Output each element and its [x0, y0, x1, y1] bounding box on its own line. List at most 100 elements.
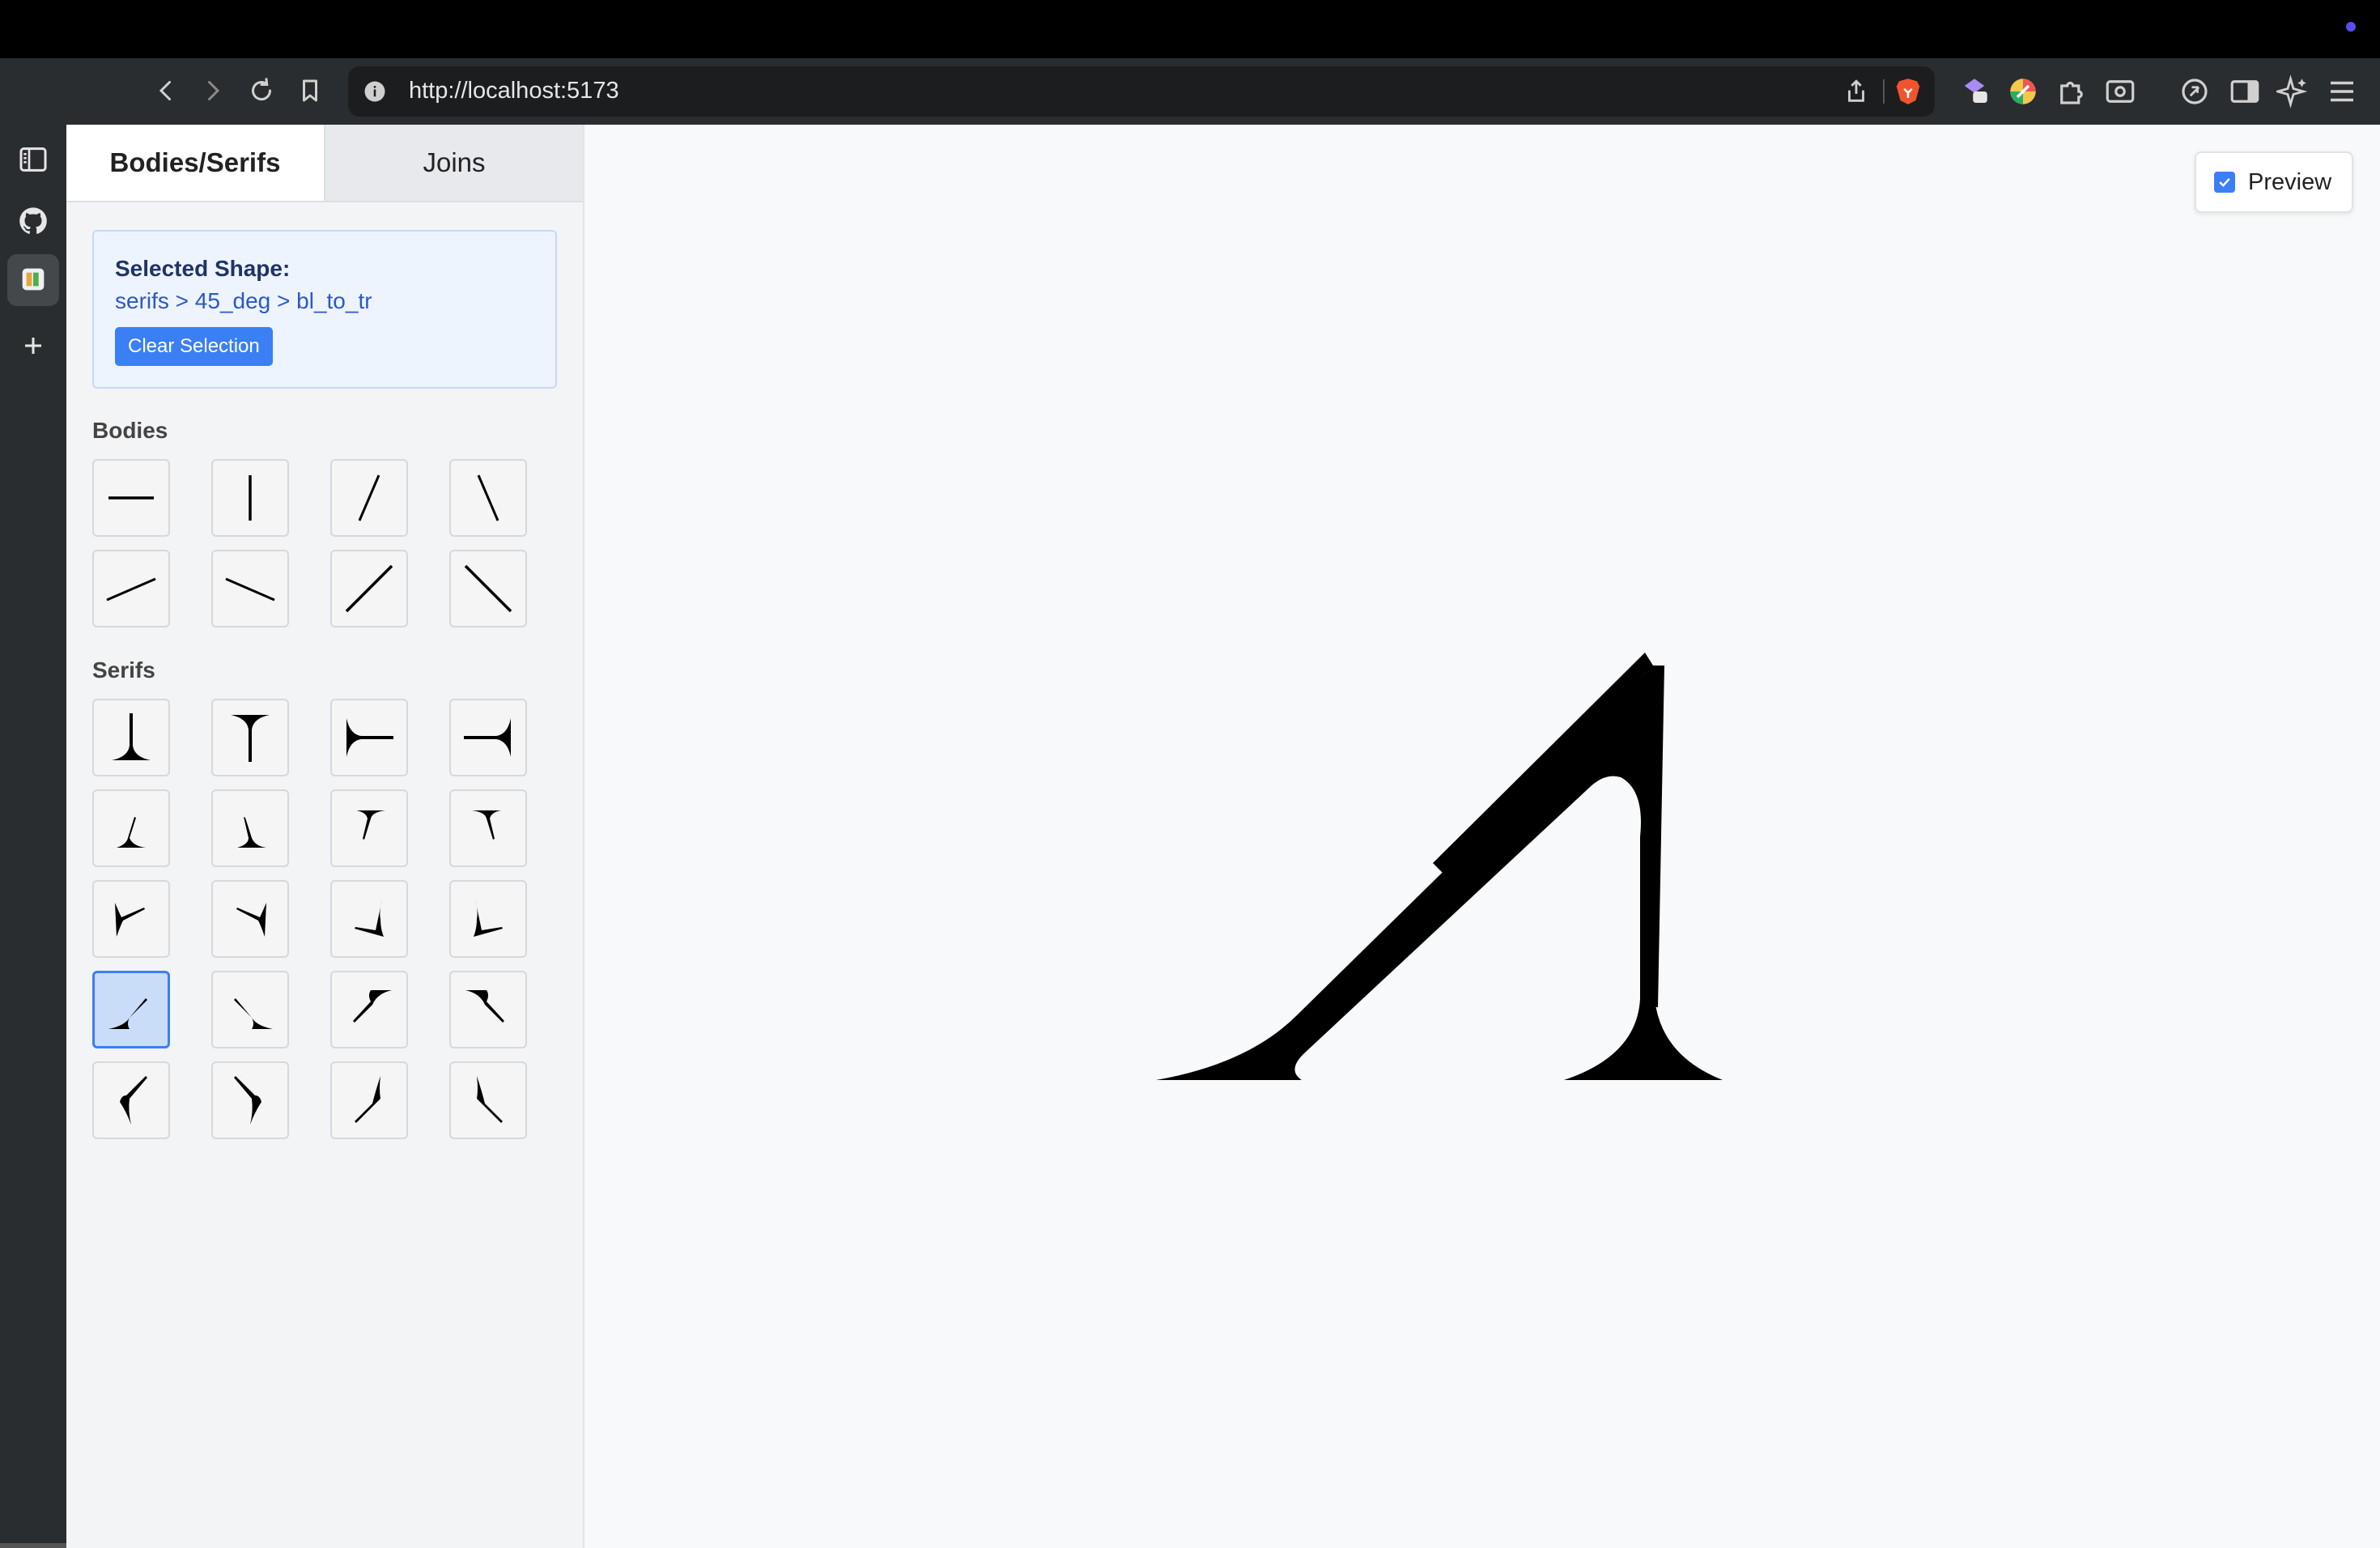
preview-checkbox[interactable] — [2214, 172, 2235, 193]
address-bar[interactable]: http://localhost:5173 — [348, 66, 1935, 117]
serif-45-vert-right[interactable] — [211, 1061, 289, 1139]
share-icon[interactable] — [1842, 78, 1870, 105]
menu-icon[interactable] — [2325, 74, 2359, 108]
serif-shallow-left-down[interactable] — [449, 880, 527, 958]
body-45-forward[interactable] — [330, 550, 408, 627]
body-steep-forward[interactable] — [330, 459, 408, 537]
serif-left-icon — [346, 718, 393, 757]
serif-steep-bl[interactable] — [92, 789, 170, 867]
shallow-slash-icon — [106, 577, 156, 602]
serif-45-vert-left[interactable] — [92, 1061, 170, 1139]
proton-pass-icon[interactable] — [1957, 74, 1991, 108]
serif-45-tr-to-bl[interactable] — [449, 971, 527, 1048]
puzzle-icon[interactable] — [2055, 74, 2089, 108]
serif-45-tr-bl-icon — [465, 990, 504, 1023]
recording-indicator — [2346, 22, 2356, 32]
reload-icon — [252, 78, 272, 101]
serif-45-br-tl-icon — [234, 998, 273, 1029]
serif-shallow-right-up[interactable] — [211, 880, 289, 958]
browser-sidebar — [0, 125, 66, 1548]
checkmark-icon — [2219, 177, 2230, 187]
serif-45-vr-icon — [234, 1076, 261, 1125]
selected-shape-path: serifs > 45_deg > bl_to_tr — [115, 288, 372, 313]
body-vertical[interactable] — [211, 459, 289, 537]
serif-horizontal-left[interactable] — [330, 699, 408, 776]
body-steep-back[interactable] — [449, 459, 527, 537]
sidebar-icon[interactable] — [2228, 74, 2262, 108]
plus-icon[interactable] — [15, 327, 52, 364]
serif-45-tl-br-icon — [353, 990, 392, 1023]
serif-45-bl-tr-icon — [108, 998, 147, 1029]
serif-steep-br[interactable] — [211, 789, 289, 867]
serif-steep-br-icon — [237, 817, 266, 848]
site-info-icon[interactable] — [363, 79, 387, 104]
selected-shape-box: Selected Shape: serifs > 45_deg > bl_to_… — [92, 230, 557, 389]
serif-45-vl-icon — [120, 1076, 147, 1125]
selected-shape-heading: Selected Shape: — [115, 256, 291, 281]
sidebar-toggle-icon[interactable] — [15, 141, 52, 178]
diagonal-slash-icon — [345, 564, 393, 613]
serifs-grid — [92, 699, 527, 1139]
glyph-canvas[interactable]: Preview — [584, 125, 2380, 1548]
diagonal-backslash-icon — [464, 564, 512, 613]
tab-joins[interactable]: Joins — [325, 125, 583, 201]
os-menu-bar — [0, 0, 2380, 58]
serif-bottom-icon — [112, 713, 151, 760]
brave-shields-icon[interactable] — [1893, 76, 1923, 107]
steep-backslash-icon — [477, 474, 499, 521]
github-icon[interactable] — [15, 202, 52, 240]
serif-45-up-left[interactable] — [449, 1061, 527, 1139]
chevron-left-icon — [159, 81, 171, 100]
horizontal-line-icon — [108, 496, 154, 500]
serif-shallow-left-up[interactable] — [92, 880, 170, 958]
vertical-line-icon — [249, 475, 252, 521]
bookmark-button[interactable] — [294, 74, 326, 107]
serif-shallow-rd-icon — [355, 899, 384, 937]
bookmark-icon — [303, 79, 317, 102]
sidebar-bottom-accent — [0, 1543, 66, 1548]
steep-slash-icon — [358, 474, 380, 521]
serif-45-bl-to-tr[interactable] — [92, 971, 170, 1048]
glyph-preview — [1156, 653, 1723, 1080]
app-icon[interactable] — [15, 261, 52, 298]
serif-horizontal-right[interactable] — [449, 699, 527, 776]
serif-vertical-bottom[interactable] — [92, 699, 170, 776]
serifs-title: Serifs — [92, 657, 155, 683]
leo-icon[interactable] — [2178, 74, 2212, 108]
serif-45-tl-to-br[interactable] — [330, 971, 408, 1048]
serif-steep-tl[interactable] — [330, 789, 408, 867]
serif-shallow-right-down[interactable] — [330, 880, 408, 958]
reload-button[interactable] — [245, 74, 278, 107]
ai-sparkle-icon[interactable] — [2273, 74, 2310, 108]
preview-toggle[interactable]: Preview — [2195, 151, 2353, 213]
url-text[interactable]: http://localhost:5173 — [409, 78, 619, 104]
serif-45-br-to-tl[interactable] — [211, 971, 289, 1048]
panel-tabs: Bodies/Serifs Joins — [66, 125, 583, 202]
body-shallow-forward[interactable] — [92, 550, 170, 627]
tab-bodies-serifs[interactable]: Bodies/Serifs — [66, 125, 325, 201]
serif-45-ur-icon — [355, 1076, 380, 1123]
serif-steep-tr-icon — [472, 810, 501, 840]
serif-vertical-top[interactable] — [211, 699, 289, 776]
serif-shallow-lu-icon — [115, 903, 145, 937]
serif-right-icon — [464, 718, 511, 757]
serif-shallow-ru-icon — [236, 903, 266, 937]
serif-top-icon — [231, 715, 270, 762]
body-horizontal[interactable] — [92, 459, 170, 537]
address-separator — [1883, 79, 1885, 104]
color-extension-icon[interactable] — [2006, 74, 2040, 108]
chevron-right-icon — [208, 81, 220, 100]
bodies-grid — [92, 459, 527, 627]
screenshot-icon[interactable] — [2103, 74, 2137, 108]
bodies-title: Bodies — [92, 418, 168, 443]
back-button[interactable] — [150, 74, 182, 107]
shallow-backslash-icon — [225, 577, 275, 602]
shape-panel: Bodies/Serifs Joins Selected Shape: seri… — [66, 125, 584, 1548]
clear-selection-button[interactable]: Clear Selection — [115, 327, 273, 366]
body-shallow-back[interactable] — [211, 550, 289, 627]
body-45-back[interactable] — [449, 550, 527, 627]
serif-steep-tr[interactable] — [449, 789, 527, 867]
serif-45-up-right[interactable] — [330, 1061, 408, 1139]
forward-button[interactable] — [197, 74, 229, 107]
preview-label: Preview — [2248, 168, 2332, 195]
